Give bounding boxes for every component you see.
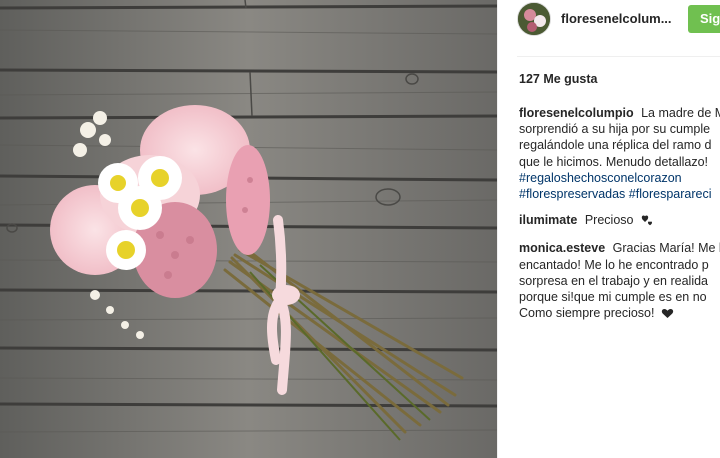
hashtag-link[interactable]: #florespreservadas (519, 187, 625, 201)
comment-text: encantado! Me lo he encontrado p (519, 257, 709, 272)
comment-item: floresenelcolumpio La madre de M sorpren… (519, 105, 720, 202)
hashtag-link[interactable]: #floresparareci (629, 187, 712, 201)
comment-text: que le hicimos. Menudo detallazo! (519, 154, 709, 169)
post-photo[interactable] (0, 0, 497, 458)
comment-text: sorprendió a su hija por su cumple (519, 122, 711, 137)
author-username[interactable]: floresenelcolum... (561, 11, 672, 26)
hashtag-link[interactable]: #regaloshechosconelcorazon (519, 171, 682, 185)
comment-text: porque si!que mi cumple es en no (519, 290, 707, 305)
comment-text: regalándole una réplica del ramo d (519, 138, 712, 153)
post-side-panel: floresenelcolum... Sig 127 Me gusta flor… (497, 0, 720, 458)
comment-list: floresenelcolumpio La madre de M sorpren… (519, 105, 720, 333)
bouquet-photo-graphic (0, 0, 497, 458)
comment-item: monica.esteve Gracias María! Me h encant… (519, 240, 720, 323)
comment-username[interactable]: monica.esteve (519, 241, 605, 255)
comment-username[interactable]: ilumimate (519, 213, 577, 227)
comment-text: Gracias María! Me h (612, 241, 720, 256)
comment-text: sorpresa en el trabajo y en realida (519, 273, 709, 288)
avatar[interactable] (517, 2, 551, 36)
header-divider (517, 56, 720, 57)
post-header: floresenelcolum... Sig (498, 0, 720, 38)
comment-username[interactable]: floresenelcolumpio (519, 106, 634, 120)
comment-text: Como siempre precioso! (519, 306, 655, 321)
follow-button[interactable]: Sig (688, 5, 720, 33)
hearts-icon (640, 214, 654, 230)
comment-text: La madre de M (641, 106, 720, 120)
likes-count[interactable]: 127 Me gusta (519, 72, 598, 86)
comment-text: Precioso (584, 213, 634, 228)
comment-item: ilumimate Precioso (519, 212, 720, 230)
heart-icon (661, 307, 674, 323)
